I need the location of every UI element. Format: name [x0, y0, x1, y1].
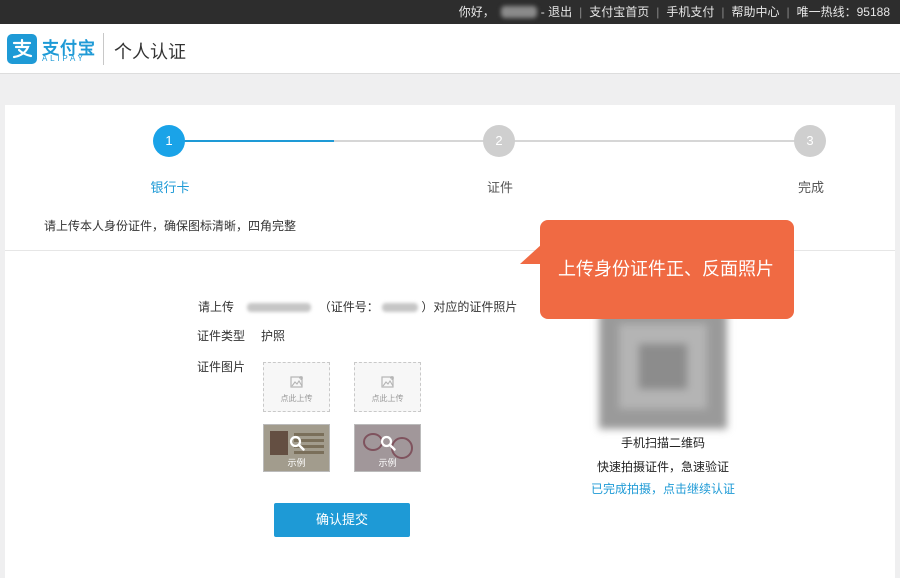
help-center-link[interactable]: 帮助中心 [731, 0, 779, 24]
instruction-callout: 上传身份证件正、反面照片 [540, 220, 794, 319]
upload-front-text: 点此上传 [280, 394, 313, 403]
step-3-label: 完成 [797, 180, 824, 195]
hotline: 唯一热线：95188 [796, 5, 890, 19]
alipay-logo-icon[interactable] [7, 34, 37, 64]
brand-name-en: ALIPAY [42, 54, 86, 63]
callout-pointer [520, 244, 542, 264]
qr-caption-scan: 手机扫描二维码 [620, 436, 705, 450]
step-2-circle: 2 [483, 125, 515, 157]
divider: | [579, 5, 583, 19]
top-links: 你好， - 退出 | 支付宝首页 | 手机支付 | 帮助中心 | 唯一热线：95… [459, 0, 890, 24]
progress-line-active [169, 140, 334, 142]
page-title: 个人认证 [114, 42, 186, 62]
upload-hint: 请上传本人身份证件，确保图标清晰，四角完整 [44, 219, 297, 233]
continue-verification-link[interactable]: 已完成拍摄，点击继续认证 [563, 480, 763, 497]
upload-request-line: 请上传 （证件号： ）对应的证件照片 [198, 298, 517, 315]
upload-prefix: 请上传 [198, 300, 235, 314]
logout-link[interactable]: - 退出 [541, 0, 572, 24]
cert-number-blurred [382, 303, 419, 313]
verification-card: 1 2 3 银行卡 证件 完成 请上传本人身份证件，确保图标清晰，四角完整 请上… [5, 105, 895, 578]
step-2-label: 证件 [486, 180, 513, 195]
upload-back-box[interactable]: 点此上传 [354, 362, 421, 412]
alipay-home-link[interactable]: 支付宝首页 [589, 0, 649, 24]
divider: | [656, 5, 660, 19]
cert-type-label: 证件类型 [197, 329, 246, 343]
qr-code-image [599, 304, 727, 429]
confirm-submit-button[interactable]: 确认提交 [274, 503, 410, 537]
cert-no-prefix: （证件号： [318, 300, 379, 314]
username-blurred [500, 6, 537, 18]
top-nav-bar: 你好， - 退出 | 支付宝首页 | 手机支付 | 帮助中心 | 唯一热线：95… [0, 0, 900, 24]
cert-image-label: 证件图片 [197, 360, 246, 374]
image-upload-icon [290, 376, 303, 388]
header-divider [103, 33, 104, 65]
step-1-label: 银行卡 [150, 180, 190, 195]
upload-suffix: ）对应的证件照片 [421, 300, 518, 314]
mobile-pay-link[interactable]: 手机支付 [666, 0, 714, 24]
step-1-circle: 1 [153, 125, 185, 157]
magnifier-icon [380, 435, 396, 451]
example-label: 示例 [378, 458, 397, 468]
holder-name-blurred [247, 303, 312, 313]
greeting: 你好， [458, 5, 495, 19]
example-back-thumbnail[interactable]: 示例 [354, 424, 421, 472]
divider: | [786, 5, 790, 19]
upload-back-text: 点此上传 [371, 394, 404, 403]
divider: | [721, 5, 725, 19]
image-upload-icon [381, 376, 394, 388]
step-3-circle: 3 [794, 125, 826, 157]
example-label: 示例 [287, 458, 306, 468]
cert-type-value: 护照 [261, 329, 286, 343]
progress-line [334, 140, 809, 142]
qr-caption-fast: 快速拍摄证件，急速验证 [596, 460, 729, 474]
page-header: 支付宝 ALIPAY 个人认证 [0, 24, 900, 74]
upload-front-box[interactable]: 点此上传 [263, 362, 330, 412]
example-front-thumbnail[interactable]: 示例 [263, 424, 330, 472]
magnifier-icon [289, 435, 305, 451]
